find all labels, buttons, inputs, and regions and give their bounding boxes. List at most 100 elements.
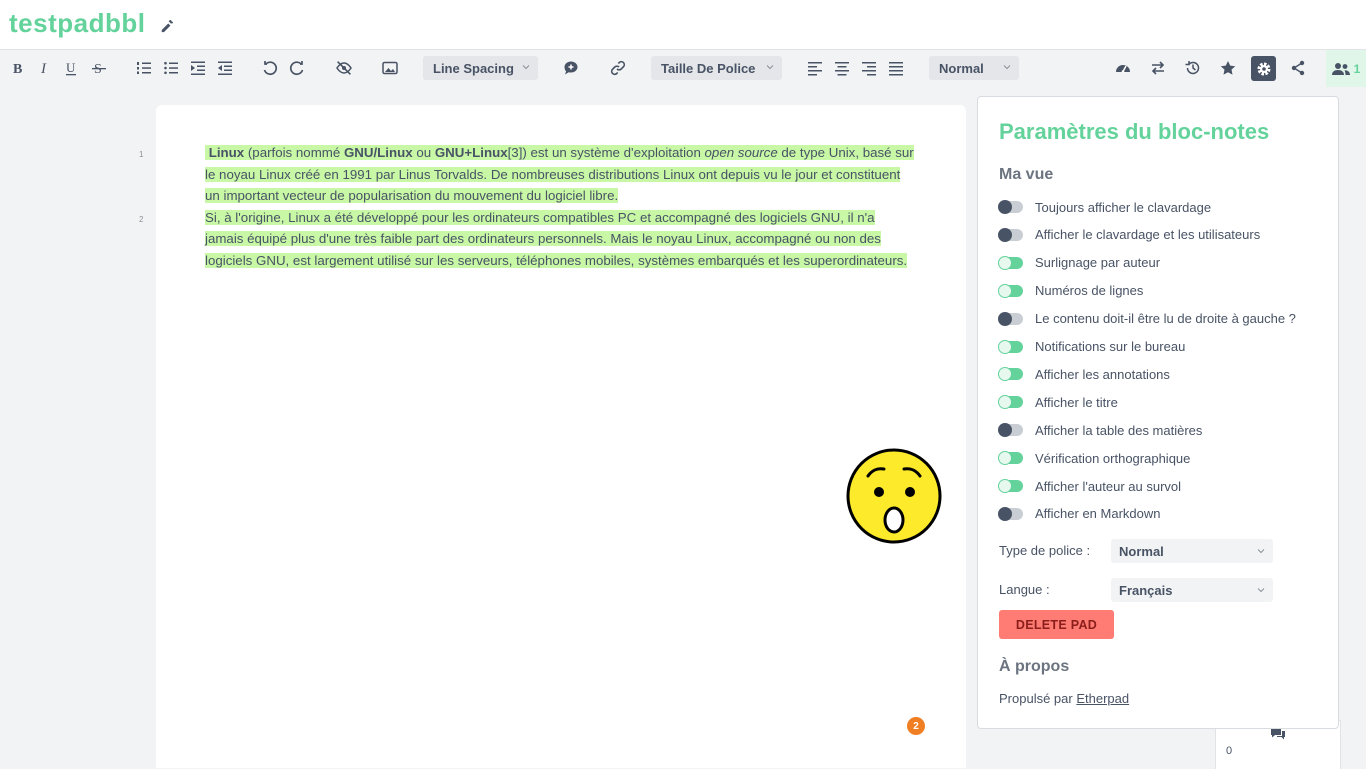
toggle-knob: [998, 200, 1012, 214]
line-number: 2: [139, 215, 144, 224]
setting-option-label: Le contenu doit-il être lu de droite à g…: [1035, 311, 1296, 327]
line-spacing-select[interactable]: Line Spacing: [423, 56, 538, 80]
powered-by: Propulsé par Etherpad: [999, 691, 1129, 706]
toggle-switch[interactable]: [998, 227, 1023, 242]
chat-count: 0: [1226, 745, 1233, 757]
align-justify-icon[interactable]: [885, 58, 907, 78]
toggle-switch[interactable]: [998, 200, 1023, 214]
indent-icon[interactable]: [187, 58, 209, 78]
setting-option[interactable]: Toujours afficher le clavardage: [998, 197, 1211, 217]
align-left-icon[interactable]: [804, 58, 826, 78]
setting-option[interactable]: Afficher le titre: [998, 392, 1118, 412]
pencil-icon[interactable]: [160, 19, 174, 33]
toggle-switch[interactable]: [998, 283, 1023, 298]
line-number: 1: [139, 150, 144, 159]
italic-icon[interactable]: I: [33, 58, 55, 78]
ordered-list-icon[interactable]: [133, 58, 155, 78]
bold-icon[interactable]: B: [7, 58, 29, 78]
my-view-heading: Ma vue: [999, 166, 1054, 183]
toggle-knob: [998, 395, 1012, 410]
toggle-switch[interactable]: [998, 479, 1023, 493]
toggle-knob: [998, 451, 1012, 466]
users-icon: [1331, 62, 1350, 75]
link-icon[interactable]: [607, 58, 629, 78]
toggle-knob: [998, 367, 1012, 382]
underline-icon[interactable]: U: [60, 58, 82, 78]
font-type-select[interactable]: Normal: [1111, 539, 1273, 563]
toggle-switch[interactable]: [998, 367, 1023, 382]
toggle-switch[interactable]: [998, 451, 1023, 466]
toggle-switch[interactable]: [998, 311, 1023, 326]
setting-option-label: Afficher le titre: [1035, 394, 1118, 410]
star-icon[interactable]: [1217, 58, 1239, 78]
share-icon[interactable]: [1287, 58, 1309, 78]
svg-text:U: U: [66, 60, 76, 75]
setting-option-label: Afficher l'auteur au survol: [1035, 478, 1182, 494]
paragraph-1: Linux (parfois nommé GNU/Linux ou GNU+Li…: [205, 142, 915, 207]
astonished-face-icon: [846, 448, 942, 544]
outdent-icon[interactable]: [214, 58, 236, 78]
setting-option-label: Notifications sur le bureau: [1035, 339, 1186, 354]
language-label: Langue :: [999, 582, 1050, 597]
setting-option[interactable]: Numéros de lignes: [998, 281, 1143, 301]
setting-option-label: Afficher la table des matières: [1035, 422, 1203, 438]
setting-option-label: Afficher en Markdown: [1035, 506, 1161, 522]
import-export-icon[interactable]: [1147, 58, 1169, 78]
image-icon[interactable]: [379, 58, 401, 78]
unordered-list-icon[interactable]: [160, 58, 182, 78]
toggle-knob: [998, 339, 1012, 354]
pad-content[interactable]: Linux (parfois nommé GNU/Linux ou GNU+Li…: [205, 142, 915, 272]
font-size-select[interactable]: Taille De Police: [651, 56, 782, 80]
align-center-icon[interactable]: [831, 58, 853, 78]
comment-count-badge[interactable]: 2: [907, 717, 925, 735]
text-segment: ou: [412, 145, 435, 160]
setting-option[interactable]: Surlignage par auteur: [998, 253, 1160, 273]
setting-option[interactable]: Afficher la table des matières: [998, 420, 1203, 440]
toggle-switch[interactable]: [998, 506, 1023, 521]
language-select[interactable]: Français: [1111, 578, 1273, 602]
toggle-knob: [998, 227, 1012, 242]
heading-select[interactable]: Normal: [929, 56, 1019, 80]
settings-gear-icon[interactable]: [1251, 56, 1276, 81]
toggle-switch[interactable]: [998, 255, 1023, 270]
users-button[interactable]: 1: [1326, 50, 1366, 87]
strikethrough-icon[interactable]: S: [88, 58, 110, 78]
powered-by-label: Propulsé par: [999, 691, 1073, 706]
delete-pad-button[interactable]: DELETE PAD: [999, 610, 1114, 639]
svg-text:B: B: [13, 62, 22, 76]
setting-option[interactable]: Afficher les annotations: [998, 364, 1170, 384]
pad-title: testpadbbl: [9, 8, 146, 38]
align-right-icon[interactable]: [858, 58, 880, 78]
toggle-knob: [998, 283, 1012, 298]
setting-option[interactable]: Afficher l'auteur au survol: [998, 476, 1182, 496]
user-count: 1: [1353, 61, 1361, 76]
text-open-source: open source: [704, 145, 778, 160]
setting-option[interactable]: Afficher le clavardage et les utilisateu…: [998, 225, 1260, 245]
setting-option[interactable]: Notifications sur le bureau: [998, 337, 1186, 357]
dashboard-icon[interactable]: [1112, 58, 1134, 78]
toggle-switch[interactable]: [998, 395, 1023, 410]
text-gnu-plus-linux: GNU+Linux: [434, 145, 508, 160]
etherpad-link[interactable]: Etherpad: [1076, 691, 1129, 706]
chat-icon: [1271, 728, 1285, 740]
svg-text:I: I: [40, 61, 47, 76]
redo-icon[interactable]: [286, 58, 308, 78]
chevron-down-icon: [1003, 65, 1011, 70]
setting-option-label: Afficher les annotations: [1035, 366, 1170, 382]
add-comment-icon[interactable]: [560, 58, 582, 78]
undo-icon[interactable]: [259, 58, 281, 78]
chevron-down-icon: [1257, 549, 1265, 554]
setting-option[interactable]: Le contenu doit-il être lu de droite à g…: [998, 309, 1296, 329]
chevron-down-icon: [766, 65, 774, 70]
text-segment: [3]) est un système d'exploitation: [507, 145, 705, 160]
language-value: Français: [1119, 582, 1173, 598]
font-type-value: Normal: [1119, 543, 1164, 559]
setting-option[interactable]: Afficher en Markdown: [998, 504, 1161, 524]
title-bar: testpadbbl: [0, 0, 1366, 50]
toggle-switch[interactable]: [998, 339, 1023, 354]
settings-panel: Paramètres du bloc-notes Ma vue Toujours…: [977, 96, 1339, 729]
history-icon[interactable]: [1182, 58, 1204, 78]
setting-option[interactable]: Vérification orthographique: [998, 448, 1190, 468]
clear-authorship-icon[interactable]: [333, 58, 355, 78]
toggle-switch[interactable]: [998, 423, 1023, 438]
